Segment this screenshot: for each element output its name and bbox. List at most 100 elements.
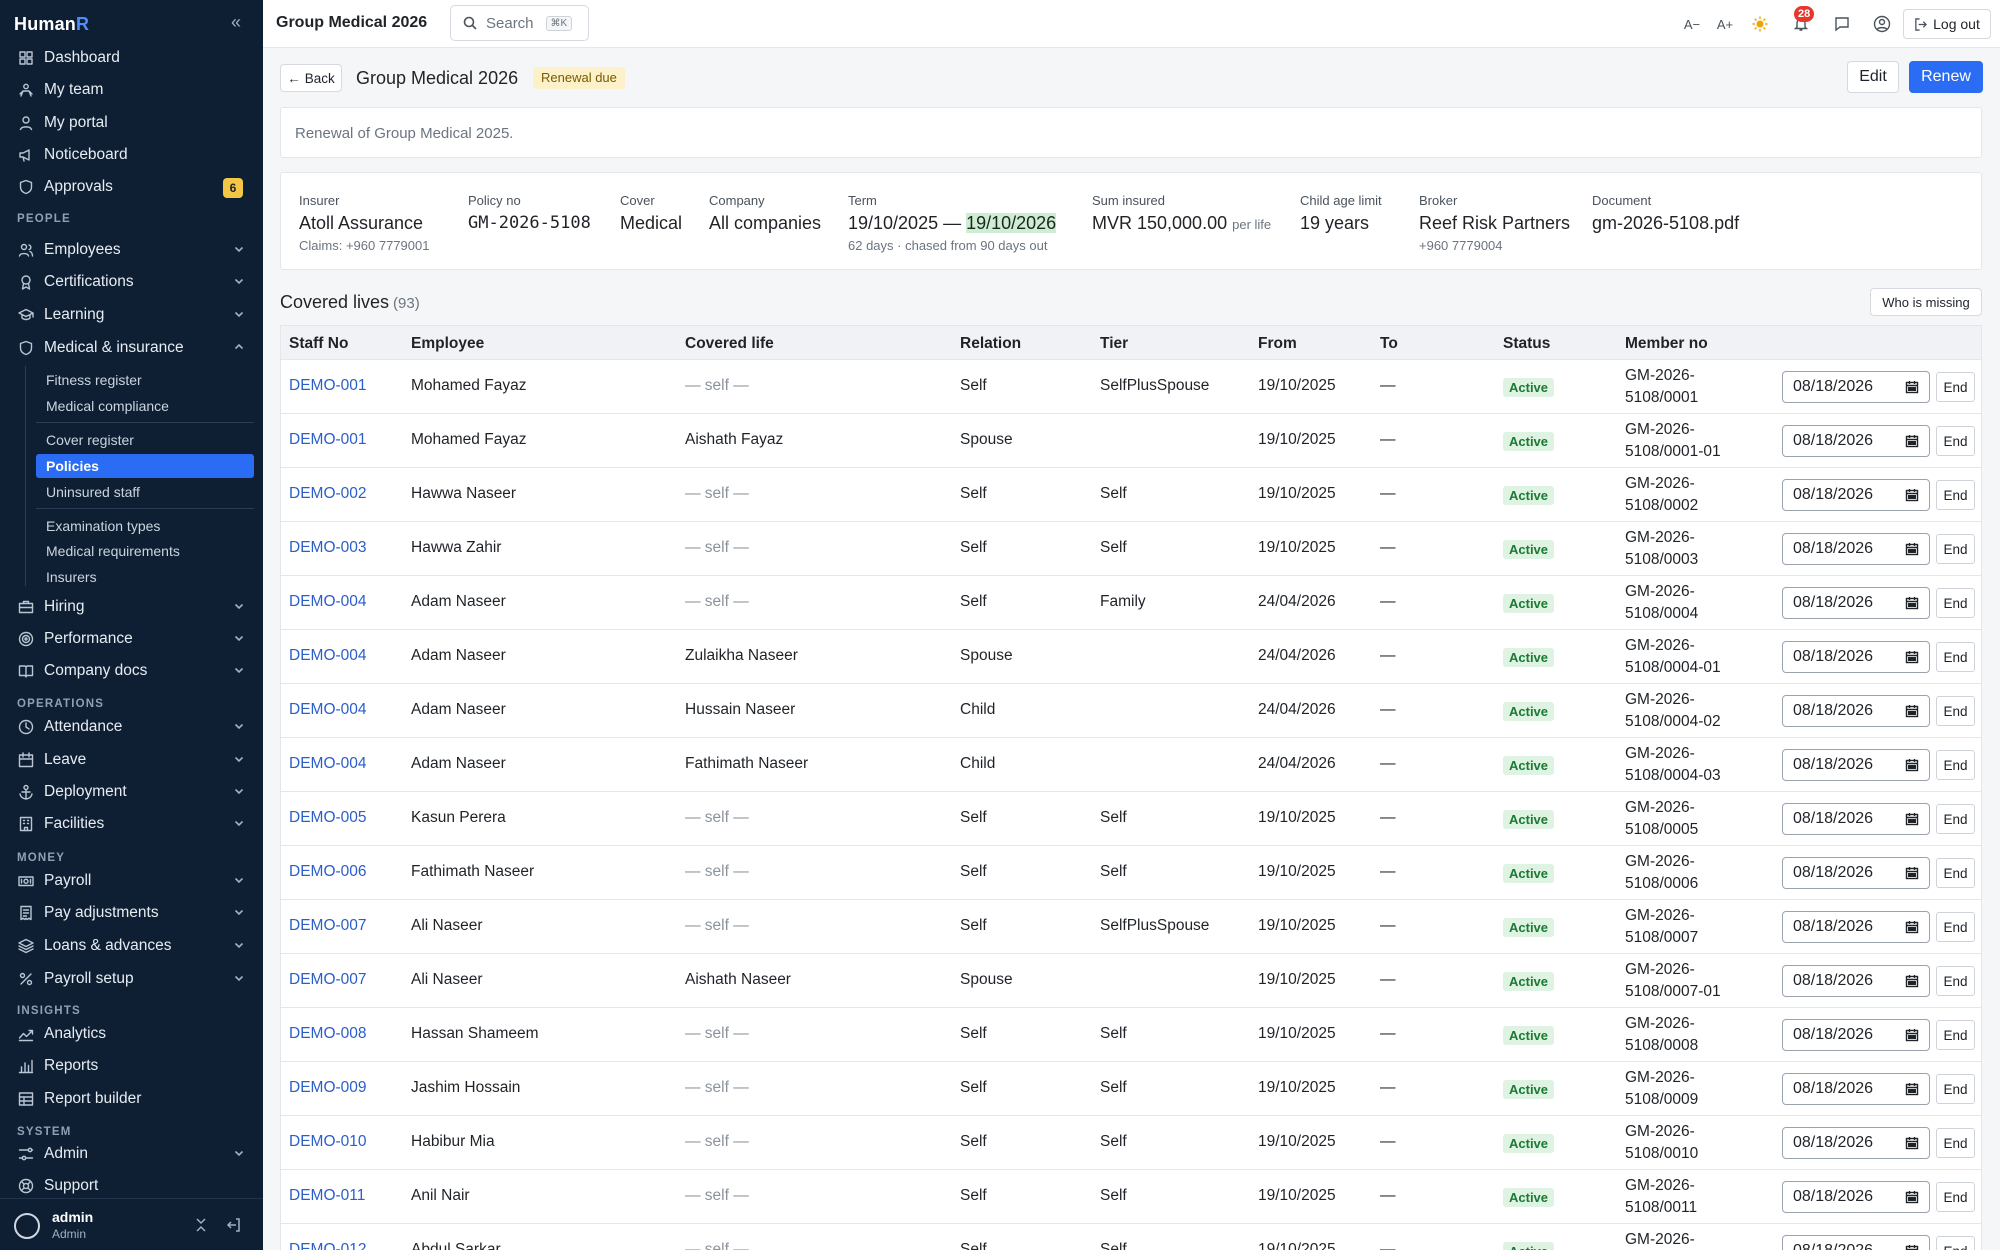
staff-no-link[interactable]: DEMO-009 [289, 1079, 367, 1097]
staff-no-link[interactable]: DEMO-006 [289, 863, 367, 881]
end-date-input[interactable]: 08/18/2026 [1782, 425, 1930, 457]
column-header-relation[interactable]: Relation [960, 335, 1021, 353]
sidebar-item-approvals[interactable]: Approvals 6 [8, 172, 255, 202]
collapse-sidebar-icon[interactable]: « [226, 12, 246, 32]
end-cover-button[interactable]: End [1936, 750, 1975, 780]
sidebar-item-reports[interactable]: Reports [8, 1051, 255, 1081]
sidebar-item-my-portal[interactable]: My portal [8, 108, 255, 138]
staff-no-link[interactable]: DEMO-001 [289, 377, 367, 395]
calendar-icon[interactable] [1905, 650, 1919, 664]
end-cover-button[interactable]: End [1936, 1074, 1975, 1104]
sidebar-item-payroll-setup[interactable]: Payroll setup [8, 964, 255, 994]
staff-no-link[interactable]: DEMO-007 [289, 971, 367, 989]
end-date-input[interactable]: 08/18/2026 [1782, 1073, 1930, 1105]
sidebar-item-performance[interactable]: Performance [8, 624, 255, 654]
end-cover-button[interactable]: End [1936, 426, 1975, 456]
sidebar-item-hiring[interactable]: Hiring [8, 592, 255, 622]
column-header-status[interactable]: Status [1503, 335, 1550, 353]
end-cover-button[interactable]: End [1936, 1128, 1975, 1158]
calendar-icon[interactable] [1905, 866, 1919, 880]
calendar-icon[interactable] [1905, 1190, 1919, 1204]
font-increase-button[interactable]: A+ [1714, 14, 1736, 34]
submenu-item-medical-compliance[interactable]: Medical compliance [36, 394, 254, 418]
staff-no-link[interactable]: DEMO-008 [289, 1025, 367, 1043]
end-cover-button[interactable]: End [1936, 696, 1975, 726]
staff-no-link[interactable]: DEMO-003 [289, 539, 367, 557]
calendar-icon[interactable] [1905, 812, 1919, 826]
end-cover-button[interactable]: End [1936, 372, 1975, 402]
calendar-icon[interactable] [1905, 704, 1919, 718]
calendar-icon[interactable] [1905, 1082, 1919, 1096]
end-cover-button[interactable]: End [1936, 480, 1975, 510]
sidebar-item-company-docs[interactable]: Company docs [8, 656, 255, 686]
column-header-from[interactable]: From [1258, 335, 1297, 353]
renew-button[interactable]: Renew [1909, 61, 1983, 93]
sidebar-item-employees[interactable]: Employees [8, 235, 255, 265]
calendar-icon[interactable] [1905, 542, 1919, 556]
end-date-input[interactable]: 08/18/2026 [1782, 695, 1930, 727]
staff-no-link[interactable]: DEMO-004 [289, 593, 367, 611]
end-date-input[interactable]: 08/18/2026 [1782, 1235, 1930, 1250]
submenu-item-examination-types[interactable]: Examination types [36, 514, 254, 538]
end-date-input[interactable]: 08/18/2026 [1782, 533, 1930, 565]
sidebar-item-learning[interactable]: Learning [8, 300, 255, 330]
calendar-icon[interactable] [1905, 380, 1919, 394]
calendar-icon[interactable] [1905, 920, 1919, 934]
sidebar-item-admin[interactable]: Admin [8, 1139, 255, 1169]
end-cover-button[interactable]: End [1936, 642, 1975, 672]
sidebar-item-leave[interactable]: Leave [8, 745, 255, 775]
sidebar-item-support[interactable]: Support [8, 1171, 255, 1201]
column-header-to[interactable]: To [1380, 335, 1398, 353]
theme-toggle-icon[interactable] [1750, 14, 1770, 34]
end-date-input[interactable]: 08/18/2026 [1782, 641, 1930, 673]
end-cover-button[interactable]: End [1936, 912, 1975, 942]
end-cover-button[interactable]: End [1936, 1182, 1975, 1212]
end-date-input[interactable]: 08/18/2026 [1782, 587, 1930, 619]
calendar-icon[interactable] [1905, 488, 1919, 502]
staff-no-link[interactable]: DEMO-004 [289, 755, 367, 773]
sidebar-item-deployment[interactable]: Deployment [8, 777, 255, 807]
column-header-covered-life[interactable]: Covered life [685, 335, 774, 353]
end-date-input[interactable]: 08/18/2026 [1782, 1127, 1930, 1159]
end-date-input[interactable]: 08/18/2026 [1782, 857, 1930, 889]
staff-no-link[interactable]: DEMO-002 [289, 485, 367, 503]
submenu-item-medical-requirements[interactable]: Medical requirements [36, 539, 254, 563]
submenu-item-uninsured-staff[interactable]: Uninsured staff [36, 480, 254, 504]
staff-no-link[interactable]: DEMO-007 [289, 917, 367, 935]
edit-button[interactable]: Edit [1847, 61, 1899, 93]
end-cover-button[interactable]: End [1936, 804, 1975, 834]
logout-button[interactable]: Log out [1903, 9, 1991, 39]
sidebar-item-medical-and-insurance[interactable]: Medical & insurance [8, 333, 255, 363]
sidebar-item-payroll[interactable]: Payroll [8, 866, 255, 896]
avatar[interactable] [14, 1213, 40, 1239]
font-decrease-button[interactable]: A− [1681, 14, 1703, 34]
end-cover-button[interactable]: End [1936, 588, 1975, 618]
calendar-icon[interactable] [1905, 1244, 1919, 1250]
sidebar-item-pay-adjustments[interactable]: Pay adjustments [8, 898, 255, 928]
end-date-input[interactable]: 08/18/2026 [1782, 1019, 1930, 1051]
submenu-item-fitness-register[interactable]: Fitness register [36, 368, 254, 392]
staff-no-link[interactable]: DEMO-001 [289, 431, 367, 449]
calendar-icon[interactable] [1905, 596, 1919, 610]
submenu-item-policies[interactable]: Policies [36, 454, 254, 478]
calendar-icon[interactable] [1905, 434, 1919, 448]
sidebar-item-dashboard[interactable]: Dashboard [8, 43, 255, 73]
document-link[interactable]: gm-2026-5108.pdf [1592, 213, 1739, 234]
column-header-employee[interactable]: Employee [411, 335, 484, 353]
calendar-icon[interactable] [1905, 1028, 1919, 1042]
column-header-staff-no[interactable]: Staff No [289, 335, 348, 353]
end-date-input[interactable]: 08/18/2026 [1782, 803, 1930, 835]
end-date-input[interactable]: 08/18/2026 [1782, 911, 1930, 943]
sidebar-item-my-team[interactable]: My team [8, 75, 255, 105]
sidebar-item-attendance[interactable]: Attendance [8, 712, 255, 742]
end-date-input[interactable]: 08/18/2026 [1782, 371, 1930, 403]
sidebar-item-facilities[interactable]: Facilities [8, 809, 255, 839]
staff-no-link[interactable]: DEMO-004 [289, 701, 367, 719]
back-button[interactable]: ← Back [280, 64, 342, 92]
end-date-input[interactable]: 08/18/2026 [1782, 479, 1930, 511]
column-header-tier[interactable]: Tier [1100, 335, 1128, 353]
end-date-input[interactable]: 08/18/2026 [1782, 749, 1930, 781]
end-cover-button[interactable]: End [1936, 966, 1975, 996]
sidebar-item-loans-and-advances[interactable]: Loans & advances [8, 931, 255, 961]
search-input[interactable]: Search ⌘K [450, 5, 589, 41]
